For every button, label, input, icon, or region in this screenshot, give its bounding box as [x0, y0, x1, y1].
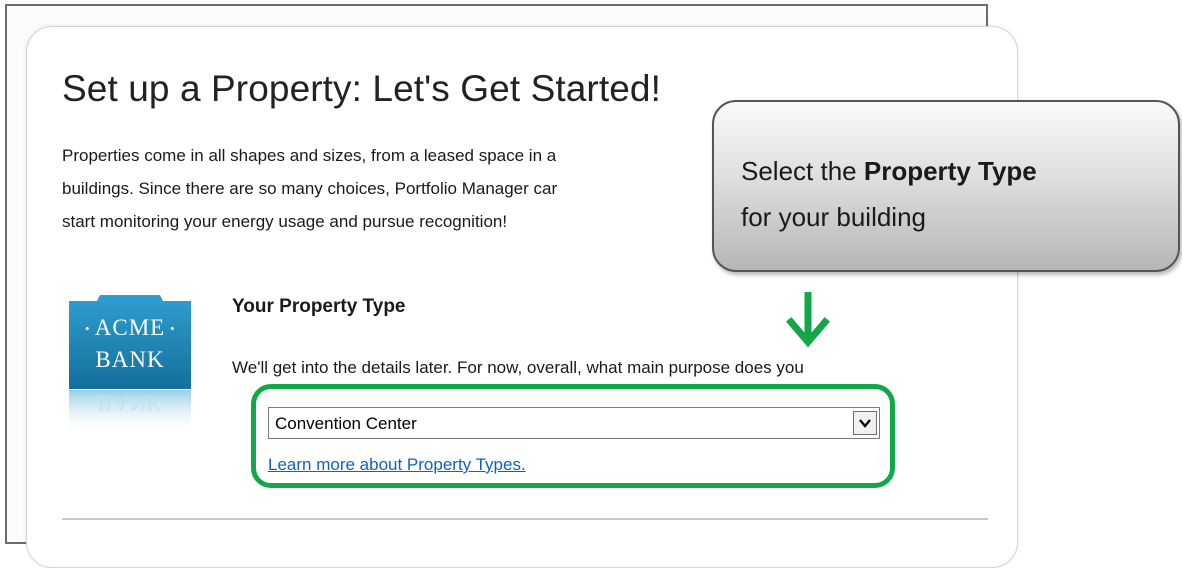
property-type-highlight	[251, 384, 895, 488]
logo-line-2-reflection: BANK	[97, 390, 163, 415]
logo-dot-right: •	[170, 321, 175, 336]
intro-line-2: buildings. Since there are so many choic…	[62, 179, 558, 198]
callout-text-start: Select the	[741, 156, 864, 186]
arrow-down-icon	[786, 292, 830, 348]
logo-line-1: ACME	[95, 315, 165, 340]
property-type-heading: Your Property Type	[232, 296, 406, 317]
intro-line-1: Properties come in all shapes and sizes,…	[62, 146, 557, 165]
section-divider	[62, 518, 988, 520]
acme-bank-logo: ACME • • BANK BANK	[69, 295, 191, 436]
intro-line-3: start monitoring your energy usage and p…	[62, 212, 508, 231]
logo-badge	[69, 295, 191, 389]
callout-text-bold: Property Type	[863, 156, 1037, 186]
logo-line-2: BANK	[95, 347, 164, 372]
logo-dot-left: •	[85, 321, 90, 336]
callout-text-end: for your building	[741, 202, 926, 232]
page-title: Set up a Property: Let's Get Started!	[62, 68, 661, 109]
callout-text: Select the Property Type for your buildi…	[741, 148, 1037, 240]
intro-text: Properties come in all shapes and sizes,…	[62, 139, 557, 238]
property-type-question: We'll get into the details later. For no…	[232, 358, 804, 377]
